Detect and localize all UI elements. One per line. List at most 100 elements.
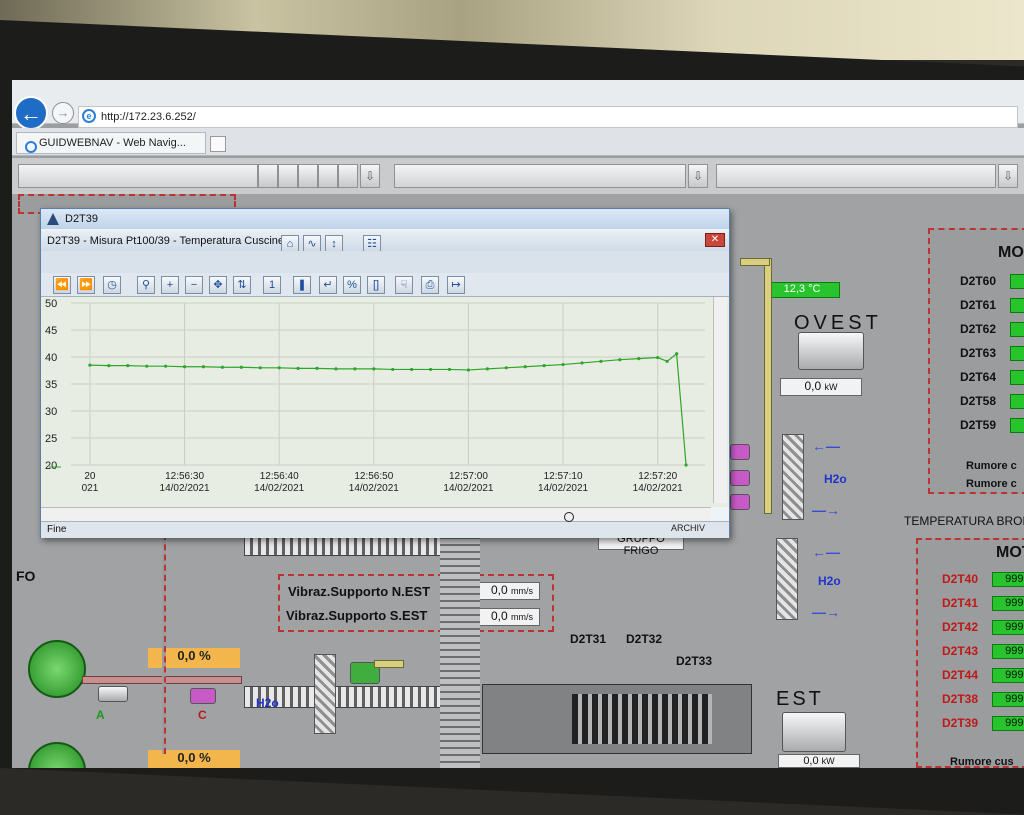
zoom-cursor-icon (564, 512, 574, 522)
valve-3-icon (730, 494, 750, 510)
toolbar-segment[interactable] (298, 164, 318, 188)
y-tick-label: 30 (45, 406, 57, 418)
toolbar-field-2[interactable] (394, 164, 686, 188)
address-bar-area: ← → http://172.23.6.252/ e (12, 80, 1024, 130)
arrow-out-1-icon: —→ (812, 502, 840, 518)
label-a1: A (96, 708, 105, 722)
new-tab-icon[interactable] (210, 136, 226, 152)
ie-icon: e (82, 109, 96, 123)
arrow-out-2-icon: —→ (812, 604, 840, 620)
data-point (656, 355, 660, 360)
toolbar-down-icon[interactable]: ⇩ (998, 164, 1018, 188)
fast-forward-icon[interactable]: ⏩ (77, 276, 95, 294)
back-arrow-icon[interactable]: ← (14, 96, 48, 130)
toolbar-segment[interactable] (258, 164, 278, 188)
rumore-1: Rumore c (966, 460, 1017, 472)
y-tick-label: 40 (45, 352, 57, 364)
data-point (107, 364, 111, 368)
temp-value: 9999,0 (992, 644, 1024, 659)
temp-tag: D2T64 (960, 370, 997, 384)
series-line (89, 352, 687, 466)
temp-value: 2 (1010, 394, 1024, 409)
export-icon[interactable]: ↦ (447, 276, 465, 294)
scale-icon[interactable]: ⇅ (233, 276, 251, 294)
percent-unit: % (199, 750, 211, 765)
rewind-icon[interactable]: ⏪ (53, 276, 71, 294)
x-tick-time: 12:56:30 (165, 471, 204, 482)
window-subtitle-bar: D2T39 - Misura Pt100/39 - Temperatura Cu… (41, 231, 729, 251)
toolbar-down-icon[interactable]: ⇩ (688, 164, 708, 188)
data-point (428, 367, 433, 372)
close-icon[interactable]: ✕ (705, 233, 725, 247)
y-tick-label: 50 (45, 298, 57, 310)
temp-tag: D2T38 (942, 692, 979, 706)
ovest-power-box: 0,0 kW (780, 378, 862, 396)
cursor-icon[interactable]: ↵ (319, 276, 337, 294)
data-point (258, 366, 262, 370)
toolbar-down-icon[interactable]: ⇩ (360, 164, 380, 188)
toolbar-segment[interactable] (338, 164, 358, 188)
red-dashed-line (162, 524, 166, 754)
reset-zoom-icon[interactable]: 1 (263, 276, 281, 294)
pipe-yellow-a (764, 258, 772, 514)
x-tick-time: 20 (84, 471, 96, 482)
est-power: 0,0 (803, 755, 819, 767)
vertical-scrollbar[interactable] (713, 297, 727, 503)
toolbar-segment[interactable] (318, 164, 338, 188)
browser-tab[interactable]: GUIDWEBNAV - Web Navig... (16, 132, 206, 154)
pause-icon[interactable]: ❚ (293, 276, 311, 294)
zoom-box-icon[interactable]: ⚲ (137, 276, 155, 294)
horizontal-scrollbar[interactable] (41, 507, 711, 521)
trend-chart-svg[interactable]: 504540353025202002112:56:3014/02/202112:… (41, 297, 711, 507)
data-point (239, 365, 243, 369)
marker-icon[interactable]: ☟ (395, 276, 413, 294)
motor-c1-icon (190, 688, 216, 704)
percent-unit: % (199, 648, 211, 663)
arrow-in-2-icon: ←— (812, 544, 840, 560)
data-point (580, 361, 584, 365)
printer-icon[interactable]: ⎙ (421, 276, 439, 294)
url-field[interactable]: http://172.23.6.252/ (78, 106, 1018, 128)
h2o-label-2: H2o (818, 574, 841, 588)
y-tick-label: 45 (45, 325, 57, 337)
temp-unit: °C (808, 283, 821, 295)
status-text: Fine (47, 524, 67, 535)
scada-toolbar: ⇩ ⇩ ⇩ (12, 158, 1024, 194)
vib-sest-number: 0,0 (491, 609, 508, 623)
trend-chart[interactable]: 50 45 40 35 30 25 20 20 021 12:56:30 14/02/2021 12:… (41, 297, 729, 507)
data-point (599, 359, 603, 363)
trend-window[interactable]: D2T39 D2T39 - Misura Pt100/39 - Temperat… (40, 208, 730, 538)
vib-nest-unit: mm/s (511, 586, 534, 596)
temp-tag: D2T43 (942, 644, 979, 658)
zoom-in-icon[interactable]: + (161, 276, 179, 294)
mot-title-2: MOT (996, 544, 1024, 561)
timer-icon[interactable]: ◷ (103, 276, 121, 294)
vib-nest-label: Vibraz.Supporto N.EST (288, 584, 431, 599)
pipe-yellow-b (740, 258, 770, 266)
toolbar-row-2: ⏪ ⏩ ◷ ⚲ + − ✥ ⇅ 1 ❚ ↵ % [] ☟ ⎙ ↦ (41, 273, 729, 297)
data-point (126, 364, 130, 368)
percent-icon[interactable]: % (343, 276, 361, 294)
window-titlebar[interactable]: D2T39 (41, 209, 729, 229)
ovest-unit: kW (824, 382, 838, 392)
x-tick-time: 12:56:40 (260, 471, 299, 482)
range-icon[interactable]: [] (367, 276, 385, 294)
zoom-out-icon[interactable]: − (185, 276, 203, 294)
temperatura-bron-label: TEMPERATURA BRON (904, 514, 1024, 528)
forward-arrow-icon[interactable]: → (52, 102, 74, 124)
window-title: D2T39 (65, 213, 99, 225)
temp-tag: D2T58 (960, 394, 997, 408)
temp-tag: D2T62 (960, 322, 997, 336)
temp-tag: D2T63 (960, 346, 997, 360)
temp-value: 9999,0 (992, 596, 1024, 611)
pan-icon[interactable]: ✥ (209, 276, 227, 294)
valve-2-icon (730, 470, 750, 486)
toolbar-segment[interactable] (278, 164, 298, 188)
toolbar-field-1[interactable] (18, 164, 258, 188)
data-point (296, 366, 300, 370)
toolbar-field-3[interactable] (716, 164, 996, 188)
ovest-power: 0,0 (804, 379, 822, 393)
archiv-label: ARCHIV (670, 523, 705, 533)
temp-value (1010, 322, 1024, 337)
vib-sest-label: Vibraz.Supporto S.EST (286, 608, 428, 623)
